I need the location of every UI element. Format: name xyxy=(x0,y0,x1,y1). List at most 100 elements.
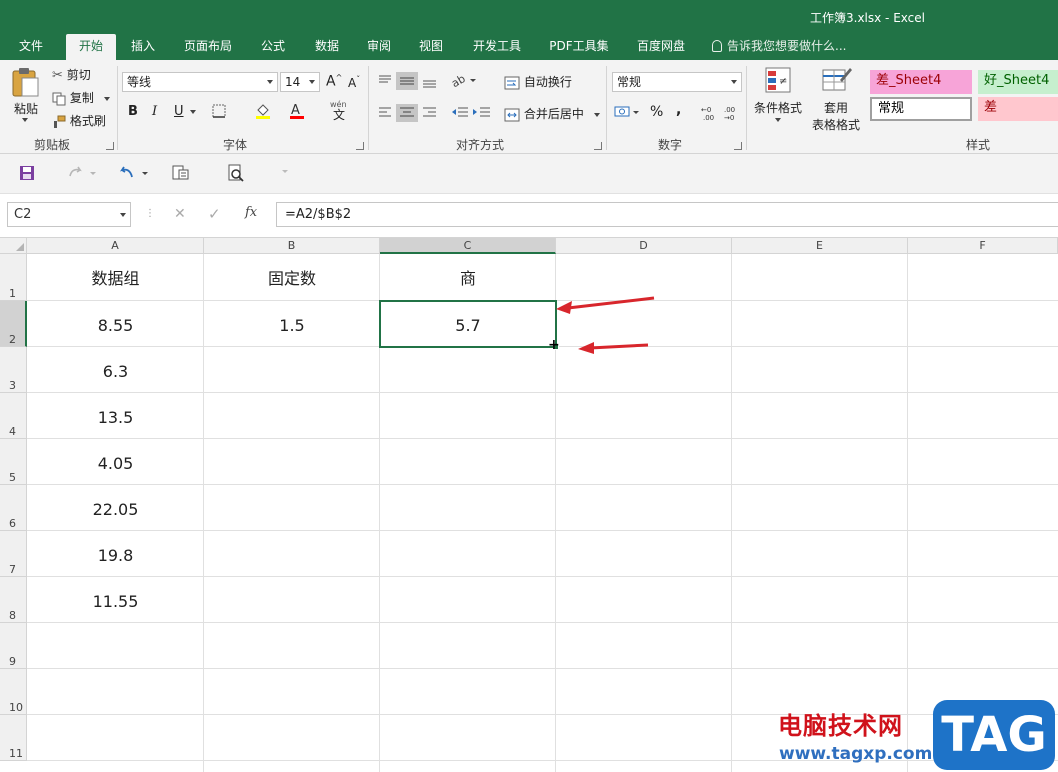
wrap-text-button[interactable]: 自动换行 xyxy=(504,73,572,90)
cell-b2[interactable]: 1.5 xyxy=(204,301,380,347)
cell-a6[interactable]: 22.05 xyxy=(27,485,204,531)
font-launcher-icon[interactable] xyxy=(356,142,364,150)
number-format-select[interactable]: 常规 xyxy=(612,72,742,92)
accounting-format-button[interactable] xyxy=(614,104,640,123)
tab-page-layout[interactable]: 页面布局 xyxy=(176,34,240,60)
column-header-f[interactable]: F xyxy=(908,238,1058,254)
cell-a5[interactable]: 4.05 xyxy=(27,439,204,485)
clipboard-launcher-icon[interactable] xyxy=(106,142,114,150)
tab-pdf-tools[interactable]: PDF工具集 xyxy=(540,34,618,60)
underline-button[interactable]: U xyxy=(174,104,184,119)
svg-text:→0: →0 xyxy=(724,114,734,122)
zoom-preview-icon[interactable] xyxy=(226,164,248,184)
row-header-11[interactable]: 11 xyxy=(0,715,27,761)
formula-bar-resize-icon[interactable]: ⋮ xyxy=(145,208,155,219)
row-header-5[interactable]: 5 xyxy=(0,439,27,485)
shrink-font-button[interactable]: Aˇ xyxy=(348,75,360,90)
tab-insert[interactable]: 插入 xyxy=(122,34,164,60)
cell-a8[interactable]: 11.55 xyxy=(27,577,204,623)
indent-buttons[interactable] xyxy=(450,104,492,122)
row-header-7[interactable]: 7 xyxy=(0,531,27,577)
copy-icon xyxy=(52,92,66,105)
font-color-button[interactable]: A xyxy=(288,102,306,123)
customize-qat-icon[interactable] xyxy=(282,170,288,173)
cell-b1[interactable]: 固定数 xyxy=(204,254,380,300)
style-bad[interactable]: 差 xyxy=(978,97,1058,121)
paste-dropdown-icon[interactable] xyxy=(22,118,28,122)
enter-icon[interactable]: ✓ xyxy=(208,205,221,223)
print-preview-icon[interactable] xyxy=(170,164,192,184)
row-header-3[interactable]: 3 xyxy=(0,347,27,393)
row-header-9[interactable]: 9 xyxy=(0,623,27,669)
undo-icon[interactable] xyxy=(118,164,152,184)
percent-style-button[interactable]: % xyxy=(650,104,663,120)
formula-input[interactable]: =A2/$B$2 xyxy=(276,202,1058,227)
format-as-table-button[interactable]: 套用 表格格式 xyxy=(806,66,866,132)
orientation-button[interactable]: ab xyxy=(449,72,476,91)
grow-font-button[interactable]: A^ xyxy=(326,73,342,90)
tab-view[interactable]: 视图 xyxy=(410,34,452,60)
tab-data[interactable]: 数据 xyxy=(306,34,348,60)
row-header-10[interactable]: 10 xyxy=(0,669,27,715)
row-header-2[interactable]: 2 xyxy=(0,301,27,347)
comma-style-button[interactable]: , xyxy=(676,102,681,118)
copy-dropdown-icon[interactable] xyxy=(103,96,110,101)
underline-dropdown-icon[interactable] xyxy=(190,110,196,114)
row-header-8[interactable]: 8 xyxy=(0,577,27,623)
vertical-align-buttons[interactable] xyxy=(376,72,440,90)
select-all-corner[interactable] xyxy=(0,238,27,254)
fill-color-button[interactable] xyxy=(254,102,272,123)
merge-center-button[interactable]: 合并后居中 xyxy=(504,105,600,122)
name-box[interactable]: C2 xyxy=(7,202,131,227)
cell-a3[interactable]: 6.3 xyxy=(27,347,204,393)
borders-button[interactable] xyxy=(212,104,226,121)
insert-function-icon[interactable]: fx xyxy=(245,205,257,220)
column-header-b[interactable]: B xyxy=(204,238,380,254)
merge-dropdown-icon[interactable] xyxy=(593,112,600,117)
tab-home[interactable]: 开始 xyxy=(66,34,116,60)
format-painter-button[interactable]: 格式刷 xyxy=(52,112,106,129)
cancel-icon[interactable]: ✕ xyxy=(174,206,186,222)
style-normal[interactable]: 常规 xyxy=(870,97,972,121)
column-header-d[interactable]: D xyxy=(556,238,732,254)
italic-button[interactable]: I xyxy=(152,104,157,119)
text-angle-icon: ab xyxy=(449,72,476,90)
row-header-1[interactable]: 1 xyxy=(0,254,27,301)
font-name-select[interactable]: 等线 xyxy=(122,72,278,92)
tab-developer[interactable]: 开发工具 xyxy=(464,34,530,60)
phonetic-guide-button[interactable]: wén 文 xyxy=(330,100,347,121)
horizontal-align-buttons[interactable] xyxy=(376,104,440,122)
tab-formulas[interactable]: 公式 xyxy=(252,34,294,60)
copy-button[interactable]: 复制 xyxy=(52,89,110,106)
tell-me-search[interactable]: 告诉我您想要做什么... xyxy=(712,34,846,60)
save-icon[interactable] xyxy=(18,164,36,184)
column-header-c[interactable]: C xyxy=(380,238,556,254)
column-header-e[interactable]: E xyxy=(732,238,908,254)
number-launcher-icon[interactable] xyxy=(734,142,742,150)
alignment-launcher-icon[interactable] xyxy=(594,142,602,150)
style-good-sheet4[interactable]: 好_Sheet4 xyxy=(978,70,1058,94)
cell-c1[interactable]: 商 xyxy=(380,254,556,300)
decrease-decimal-icon: .00→0 xyxy=(724,106,735,122)
cell-c2[interactable]: 5.7 xyxy=(380,301,556,347)
row-header-4[interactable]: 4 xyxy=(0,393,27,439)
column-header-a[interactable]: A xyxy=(27,238,204,254)
row-header-6[interactable]: 6 xyxy=(0,485,27,531)
tab-review[interactable]: 审阅 xyxy=(358,34,400,60)
cut-button[interactable]: ✂ 剪切 xyxy=(52,66,91,83)
tab-file[interactable]: 文件 xyxy=(8,34,54,60)
conditional-formatting-button[interactable]: ≠ 条件格式 xyxy=(752,66,804,132)
cell-a7[interactable]: 19.8 xyxy=(27,531,204,577)
paste-button[interactable]: 粘贴 xyxy=(10,66,44,130)
cell-a4[interactable]: 13.5 xyxy=(27,393,204,439)
decimal-buttons[interactable]: ←0.00 .00→0 xyxy=(700,104,744,122)
tab-baidu-netdisk[interactable]: 百度网盘 xyxy=(628,34,694,60)
bold-button[interactable]: B xyxy=(128,104,138,119)
cell-a1[interactable]: 数据组 xyxy=(27,254,204,300)
style-bad-sheet4[interactable]: 差_Sheet4 xyxy=(870,70,972,94)
redo-icon[interactable] xyxy=(66,164,100,184)
font-size-select[interactable]: 14 xyxy=(280,72,320,92)
svg-text:←0: ←0 xyxy=(701,106,711,114)
cell-a2[interactable]: 8.55 xyxy=(27,301,204,347)
quick-access-toolbar xyxy=(0,154,1058,194)
